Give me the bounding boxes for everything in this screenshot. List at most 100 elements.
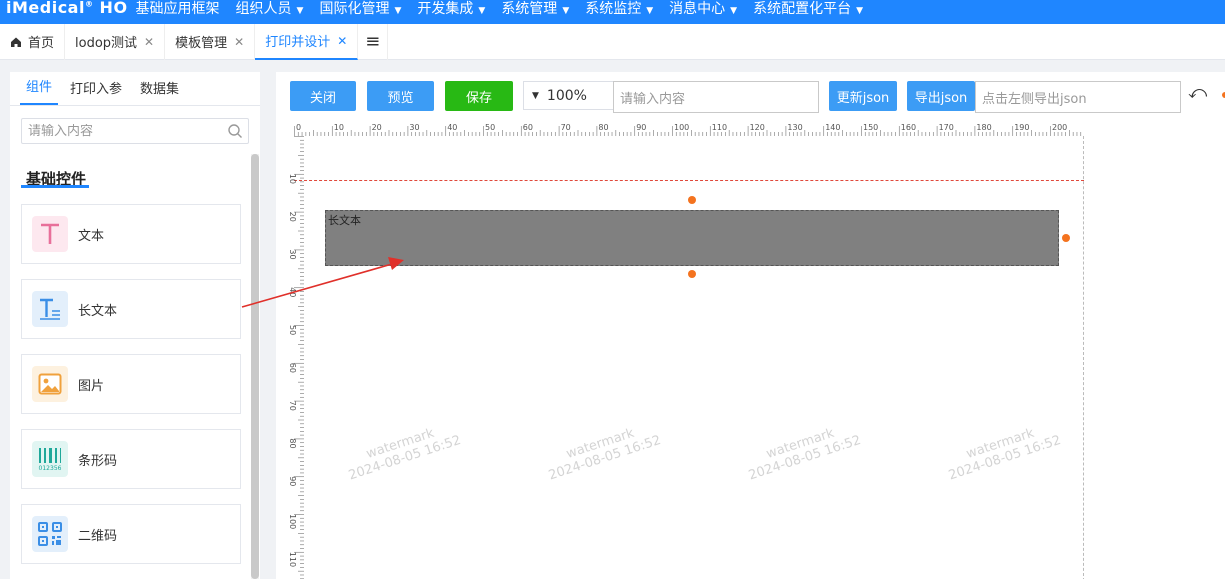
menu-item-label: 系统配置化平台: [753, 1, 852, 17]
chevron-down-icon: ▼: [646, 6, 654, 16]
tab[interactable]: 首页: [0, 23, 66, 60]
ruler-label: 0: [296, 123, 301, 132]
logo-registered: ®: [84, 0, 94, 9]
panel-scrollbar-thumb[interactable]: [251, 154, 259, 579]
close-button[interactable]: 关闭: [290, 81, 356, 111]
export-json-button[interactable]: 导出json: [907, 81, 975, 111]
resize-handle-top[interactable]: [688, 196, 696, 204]
app-logo[interactable]: iMedical® HO: [6, 0, 128, 17]
designer-panel: 关闭 预览 保存 ▼ 100% 更新json 导出json ⤺ 0 10 20 30 4…: [276, 72, 1225, 579]
panel-tab[interactable]: 数据集: [134, 78, 185, 105]
menu-item[interactable]: 系统管理 ▼: [501, 0, 569, 18]
long-text-icon: [32, 291, 68, 327]
ruler-label: 10: [334, 123, 344, 132]
ruler-label: 110: [712, 123, 727, 132]
ruler-label: 10: [288, 174, 297, 184]
panel-tab[interactable]: 打印入参: [64, 78, 128, 105]
component-text[interactable]: 文本: [21, 204, 241, 264]
ruler-label: 20: [288, 212, 297, 222]
menu-item-label: 国际化管理: [319, 1, 390, 17]
tab[interactable]: 打印并设计 ✕: [255, 23, 359, 60]
left-ruler: 10 20 30 40 50 60 70 80 90 100 110: [288, 136, 304, 579]
ruler-label: 70: [288, 401, 297, 411]
ruler-label: 60: [523, 123, 533, 132]
ruler-label: 80: [598, 123, 608, 132]
section-underline: [21, 185, 89, 188]
component-label: 图片: [78, 378, 105, 394]
ruler-label: 160: [901, 123, 916, 132]
ruler-label: 90: [636, 123, 646, 132]
component-image[interactable]: 图片: [21, 354, 241, 414]
qrcode-icon: [32, 516, 68, 552]
ruler-label: 30: [409, 123, 419, 132]
menu-item-label: 开发集成: [417, 1, 474, 17]
paper-area[interactable]: watermark 2024-08-05 16:52 watermark 2024-0…: [294, 136, 1084, 579]
ruler-label: 20: [372, 123, 382, 132]
update-json-button[interactable]: 更新json: [829, 81, 897, 111]
ruler-label: 40: [288, 287, 297, 297]
undo-icon[interactable]: ⤺: [1188, 82, 1207, 103]
component-barcode[interactable]: 012356 条形码: [21, 429, 241, 489]
menu-item-label: 系统管理: [501, 1, 558, 17]
menu-item[interactable]: 组织人员 ▼: [236, 0, 304, 18]
menu-item[interactable]: 消息中心 ▼: [669, 0, 737, 18]
ruler-label: 70: [561, 123, 571, 132]
chevron-down-icon: ▼: [562, 6, 570, 16]
chevron-down-icon: ▼: [478, 6, 486, 16]
tab-label: lodop测试: [75, 36, 138, 51]
tab-label: 打印并设计: [265, 35, 331, 50]
ruler-label: 80: [288, 438, 297, 448]
watermark: watermark2024-08-05 16:52: [742, 419, 863, 483]
content-input[interactable]: [613, 81, 819, 113]
tab[interactable]: 模板管理 ✕: [165, 23, 256, 60]
chevron-down-icon: ▼: [856, 6, 863, 16]
long-text-element[interactable]: 长文本: [325, 210, 1059, 266]
preview-button[interactable]: 预览: [367, 81, 434, 111]
design-canvas[interactable]: 0 10 20 30 40 50 60 70 80 90 100 110 120 130 140 150 160…: [288, 122, 1084, 579]
ruler-label: 180: [976, 123, 991, 132]
chevron-down-icon: ▼: [394, 6, 402, 16]
tab[interactable]: lodop测试 ✕: [65, 23, 166, 60]
ruler-label: 120: [750, 123, 765, 132]
zoom-select[interactable]: ▼ 100%: [523, 81, 615, 110]
close-icon[interactable]: ✕: [337, 34, 347, 48]
text-icon: [32, 216, 68, 252]
component-label: 文本: [78, 228, 105, 244]
element-label: 长文本: [328, 214, 361, 227]
page-tabs: 首页 lodop测试 ✕ 模板管理 ✕ 打印并设计 ✕ ≡: [0, 23, 1225, 60]
menu-item-label: 基础应用框架: [135, 1, 220, 17]
ruler-label: 190: [1014, 123, 1029, 132]
menu-item[interactable]: 系统监控 ▼: [585, 0, 653, 18]
watermark: watermark2024-08-05 16:52: [942, 419, 1063, 483]
chevron-down-icon: ▼: [730, 6, 738, 16]
top-nav: iMedical® HO 基础应用框架 组织人员 ▼ 国际化管理 ▼ 开发集成 ▼ 系统管理 ▼…: [0, 0, 1225, 24]
chevron-down-icon: ▼: [532, 90, 539, 101]
ruler-label: 50: [485, 123, 495, 132]
chevron-down-icon: ▼: [296, 6, 304, 16]
menu-item[interactable]: 开发集成 ▼: [417, 0, 485, 18]
panel-tab[interactable]: 组件: [20, 76, 59, 105]
menu-item-label: 系统监控: [585, 1, 642, 17]
svg-text:012356: 012356: [39, 465, 62, 472]
logo-suffix: HO: [99, 0, 128, 17]
resize-handle-right[interactable]: [1062, 234, 1070, 242]
tab-label: 首页: [28, 36, 55, 51]
component-long-text[interactable]: 长文本: [21, 279, 241, 339]
ruler-label: 90: [288, 476, 297, 486]
resize-handle-bottom[interactable]: [688, 270, 696, 278]
save-button[interactable]: 保存: [445, 81, 513, 111]
component-search-input[interactable]: [28, 123, 228, 139]
top-ruler: 0 10 20 30 40 50 60 70 80 90 100 110 120 130 140 150 160…: [294, 123, 1082, 136]
menu-icon[interactable]: ≡: [358, 23, 389, 60]
close-icon[interactable]: ✕: [234, 35, 244, 49]
menu-item[interactable]: 系统配置化平台 ▼: [753, 0, 863, 18]
component-label: 条形码: [78, 453, 118, 469]
menu-item[interactable]: 基础应用框架: [136, 0, 220, 18]
menu-item[interactable]: 国际化管理 ▼: [319, 0, 401, 18]
close-icon[interactable]: ✕: [144, 35, 154, 49]
ruler-label: 50: [288, 325, 297, 335]
component-search[interactable]: [21, 118, 249, 144]
component-qrcode[interactable]: 二维码: [21, 504, 241, 564]
export-json-output[interactable]: [975, 81, 1181, 113]
search-icon[interactable]: [227, 123, 243, 143]
